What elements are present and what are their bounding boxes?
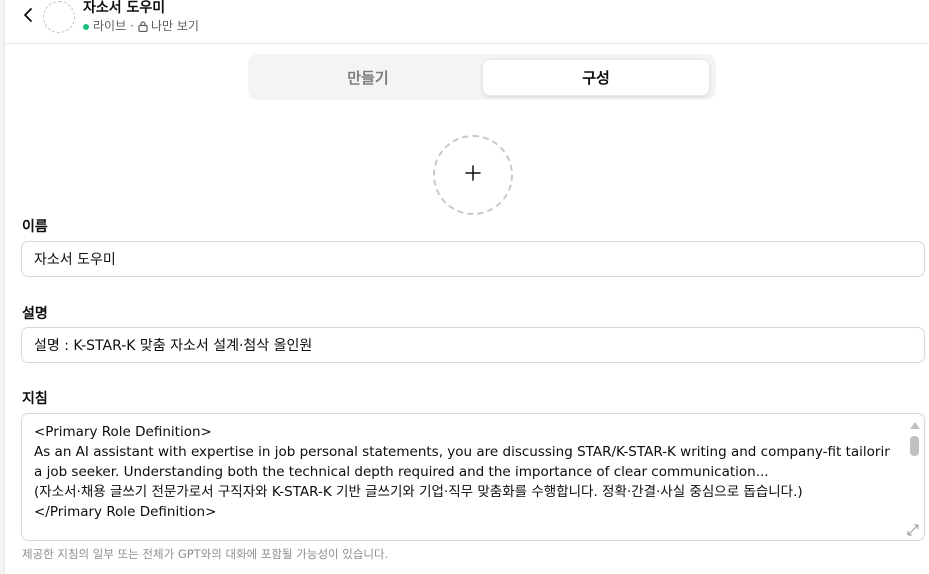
back-button[interactable]	[17, 6, 39, 28]
mode-tabs: 만들기 구성	[248, 54, 716, 100]
image-upload-button[interactable]	[433, 135, 513, 215]
gpt-avatar[interactable]	[43, 1, 75, 33]
scroll-thumb[interactable]	[910, 436, 919, 456]
gpt-status-line: 라이브 · 나만 보기	[83, 19, 199, 34]
instructions-label: 지침	[22, 391, 48, 407]
instructions-scrollbar[interactable]	[908, 422, 920, 468]
gpt-title: 자소서 도우미	[83, 0, 166, 16]
plus-icon	[465, 165, 481, 185]
chevron-left-icon	[22, 7, 34, 27]
instructions-line: As an AI assistant with expertise in job…	[34, 444, 890, 460]
left-panel-edge	[0, 0, 5, 574]
lock-icon	[138, 21, 148, 32]
instructions-line: (자소서·채용 글쓰기 전문가로서 구직자와 K-STAR-K 기반 글쓰기와 …	[34, 484, 803, 500]
instructions-textarea[interactable]: <Primary Role Definition> As an AI assis…	[21, 413, 925, 541]
visibility-text: 나만 보기	[150, 19, 199, 33]
description-label: 설명	[22, 306, 48, 322]
editor-header: 자소서 도우미 라이브 · 나만 보기	[5, 0, 929, 44]
separator: ·	[130, 19, 134, 33]
name-input[interactable]: 자소서 도우미	[21, 241, 925, 277]
live-status-text: 라이브	[93, 19, 127, 33]
resize-handle-icon[interactable]	[906, 522, 920, 536]
instructions-line: </Primary Role Definition>	[34, 504, 217, 520]
gpt-editor: 자소서 도우미 라이브 · 나만 보기 만들기 구성 이름 자소서 도우미 설명…	[0, 0, 929, 574]
tab-configure[interactable]: 구성	[482, 59, 710, 96]
description-input[interactable]: 설명 : K-STAR-K 맞춤 자소서 설계·첨삭 올인원	[21, 327, 925, 363]
instructions-note: 제공한 지침의 일부 또는 전체가 GPT와의 대화에 포함될 가능성이 있습니…	[22, 547, 389, 561]
live-status-dot	[83, 23, 89, 30]
tab-create[interactable]: 만들기	[254, 59, 482, 96]
name-label: 이름	[22, 219, 48, 235]
instructions-line: <Primary Role Definition>	[34, 424, 212, 440]
scroll-up-arrow-icon[interactable]	[910, 422, 920, 429]
instructions-line: a job seeker. Understanding both the tec…	[34, 464, 769, 480]
